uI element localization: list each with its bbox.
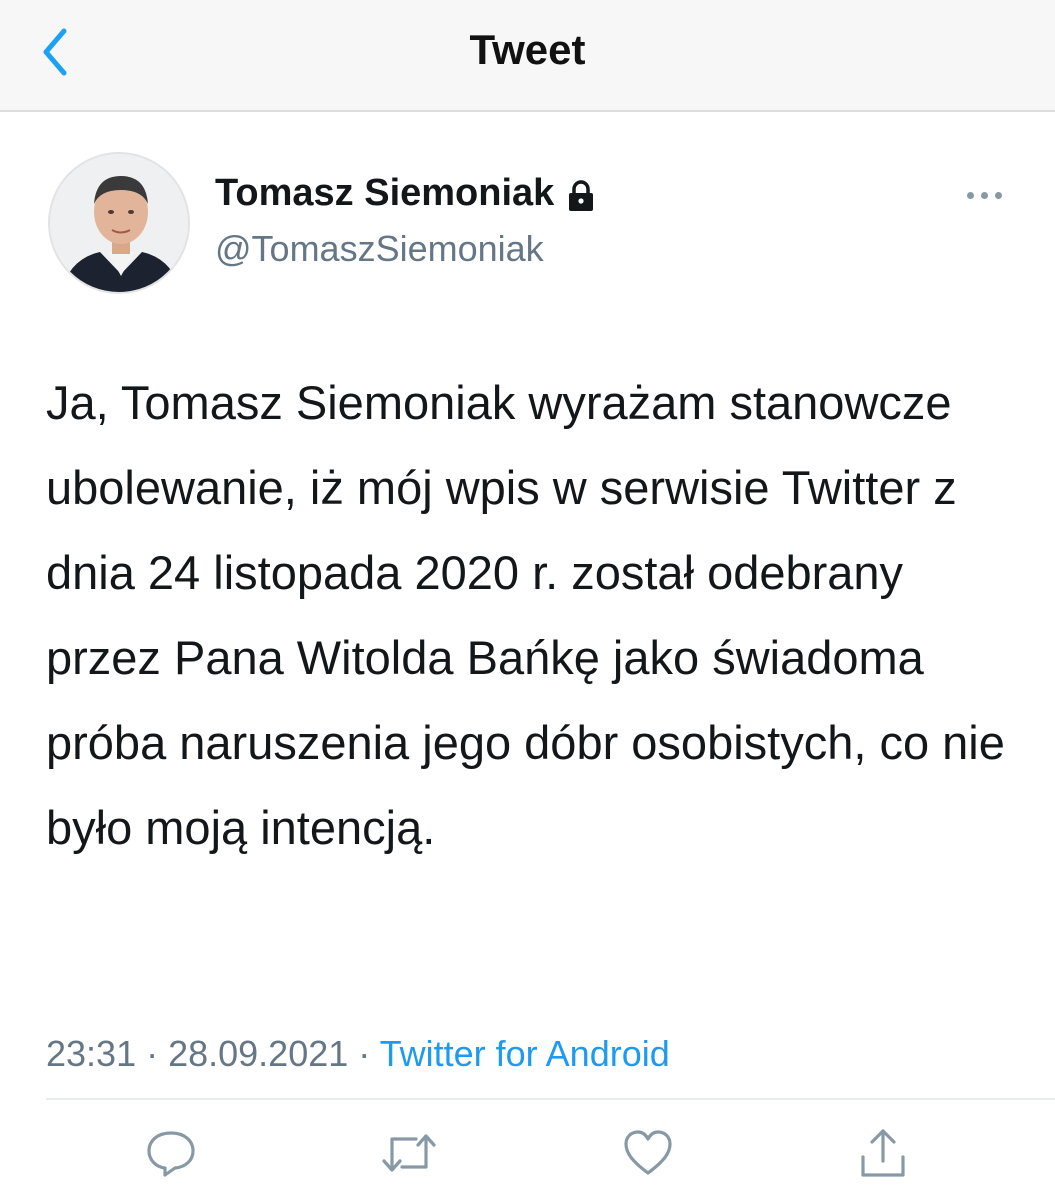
tweet-date: 28.09.2021 <box>168 1033 349 1074</box>
page-title: Tweet <box>469 26 586 73</box>
avatar[interactable] <box>48 152 190 294</box>
retweet-button[interactable] <box>378 1122 440 1184</box>
like-button[interactable] <box>617 1122 679 1184</box>
meta-separator: · <box>136 1033 169 1074</box>
more-dot-icon <box>966 191 974 199</box>
more-options-button[interactable] <box>958 180 1010 210</box>
retweet-icon <box>382 1134 436 1172</box>
tweet-source-link[interactable]: Twitter for Android <box>380 1033 670 1074</box>
lock-icon <box>569 179 594 211</box>
tweet-text: Ja, Tomasz Siemoniak wyrażam stanowcze u… <box>46 376 1005 854</box>
divider <box>46 1098 1055 1100</box>
author-name[interactable]: Tomasz Siemoniak <box>215 172 596 215</box>
meta-separator: · <box>348 1033 380 1074</box>
more-dot-icon <box>994 191 1002 199</box>
reply-icon <box>147 1131 195 1177</box>
tweet-meta: 23:31 · 28.09.2021 · Twitter for Android <box>46 1033 670 1075</box>
reply-button[interactable] <box>140 1122 202 1184</box>
profile-photo <box>50 154 188 292</box>
top-bar: Tweet <box>0 0 1055 112</box>
more-dot-icon <box>980 191 988 199</box>
share-button[interactable] <box>852 1122 914 1184</box>
share-icon <box>861 1129 905 1177</box>
heart-icon <box>624 1130 672 1175</box>
tweet-time: 23:31 <box>46 1033 137 1074</box>
author-handle[interactable]: @TomaszSiemoniak <box>215 228 544 270</box>
author-name-text: Tomasz Siemoniak <box>215 172 555 214</box>
